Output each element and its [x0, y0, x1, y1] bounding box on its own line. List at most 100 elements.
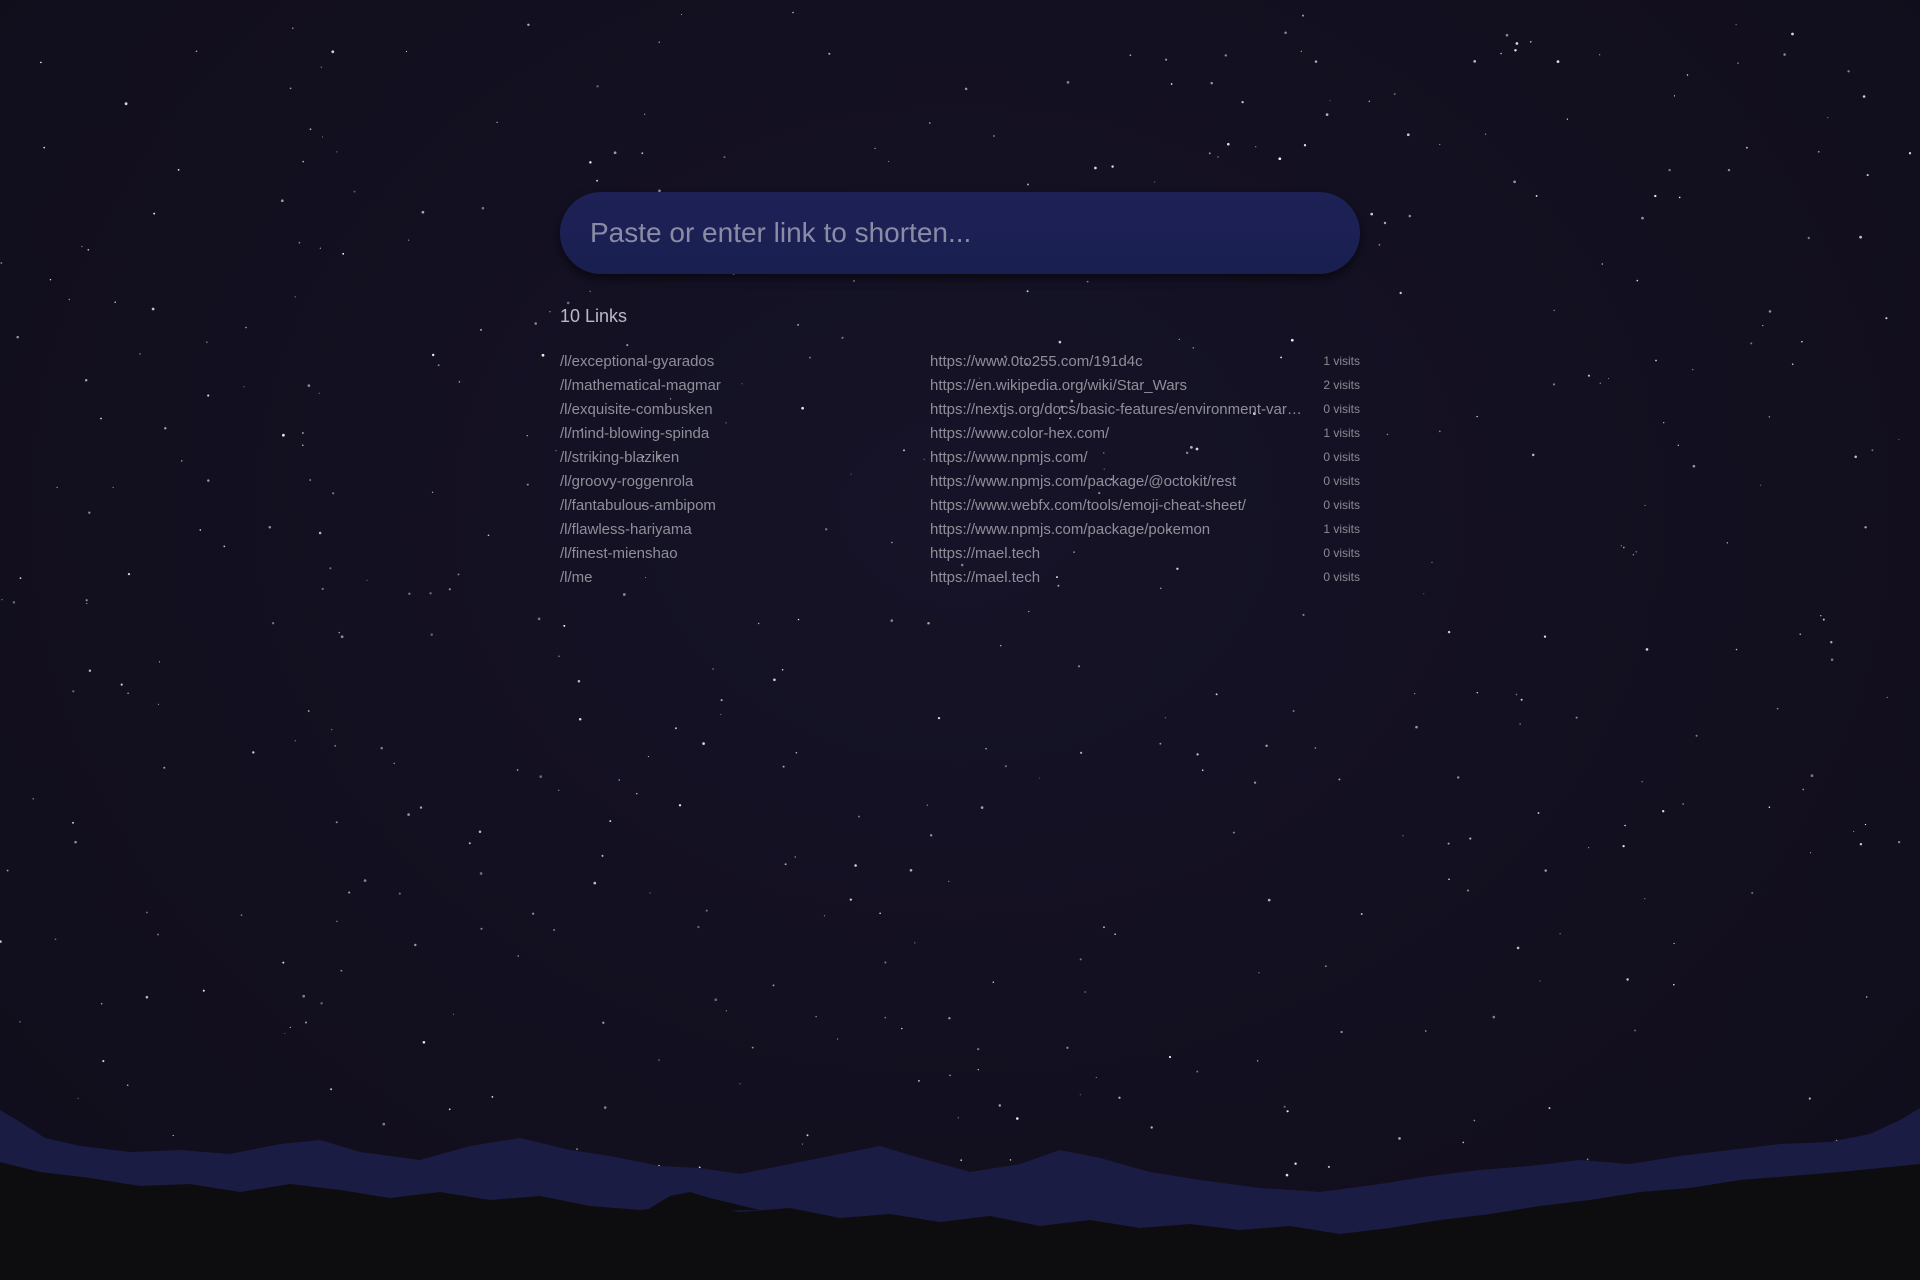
star	[1165, 58, 1168, 61]
star	[74, 840, 77, 844]
star	[292, 27, 294, 29]
star	[1691, 368, 1694, 371]
star	[112, 486, 114, 488]
star	[678, 804, 682, 807]
star	[1807, 236, 1811, 240]
short-link[interactable]: /l/mathematical-magmar	[560, 377, 930, 394]
star	[1886, 696, 1888, 699]
star	[321, 587, 324, 591]
link-row: /l/finest-mienshao https://mael.tech 0 v…	[560, 541, 1360, 565]
star	[1168, 1055, 1172, 1059]
star	[1885, 317, 1888, 320]
original-url[interactable]: https://www.color-hex.com/	[930, 425, 1302, 442]
star	[712, 668, 714, 670]
star	[407, 813, 410, 816]
star	[596, 85, 599, 88]
star	[622, 593, 626, 596]
star	[289, 87, 292, 90]
star	[177, 169, 180, 171]
star	[1265, 744, 1268, 747]
star	[1201, 769, 1204, 772]
star	[527, 23, 530, 26]
link-row: /l/striking-blaziken https://www.npmjs.c…	[560, 445, 1360, 469]
original-url[interactable]: https://www.0to255.com/191d4c	[930, 353, 1302, 370]
star	[1038, 777, 1040, 779]
original-url[interactable]: https://www.npmjs.com/package/@octokit/r…	[930, 473, 1302, 490]
original-url[interactable]: https://nextjs.org/docs/basic-features/e…	[930, 401, 1302, 418]
short-link[interactable]: /l/exquisite-combusken	[560, 401, 930, 418]
star	[1520, 698, 1523, 701]
star	[1314, 60, 1318, 63]
star	[1284, 31, 1287, 35]
star	[302, 444, 304, 446]
star	[1820, 615, 1822, 617]
short-link[interactable]: /l/exceptional-gyarados	[560, 353, 930, 370]
star	[1827, 117, 1829, 119]
star	[437, 364, 440, 367]
star	[858, 815, 860, 818]
star	[284, 1032, 286, 1035]
star	[993, 135, 995, 137]
star	[725, 1010, 727, 1012]
star	[302, 994, 306, 998]
short-link[interactable]: /l/groovy-roggenrola	[560, 473, 930, 490]
star	[487, 534, 490, 537]
star	[1865, 996, 1868, 998]
star	[948, 880, 950, 883]
star	[1791, 32, 1794, 36]
star	[340, 635, 344, 639]
short-link[interactable]: /l/striking-blaziken	[560, 449, 930, 466]
original-url[interactable]: https://www.webfx.com/tools/emoji-cheat-…	[930, 497, 1302, 514]
link-row: /l/fantabulous-ambipom https://www.webfx…	[560, 493, 1360, 517]
star	[1084, 991, 1087, 993]
star	[649, 892, 651, 894]
original-url[interactable]: https://en.wikipedia.org/wiki/Star_Wars	[930, 377, 1302, 394]
star	[1655, 359, 1657, 362]
short-link[interactable]: /l/finest-mienshao	[560, 545, 930, 562]
star	[930, 834, 933, 837]
link-row: /l/mind-blowing-spinda https://www.color…	[560, 421, 1360, 445]
star	[32, 797, 35, 800]
star	[1622, 844, 1625, 848]
star	[849, 898, 852, 901]
short-link[interactable]: /l/me	[560, 569, 930, 586]
star	[318, 531, 322, 535]
star	[563, 624, 566, 627]
star	[1217, 156, 1219, 158]
star	[914, 942, 916, 944]
starry-background: 10 Links /l/exceptional-gyarados https:/…	[0, 0, 1920, 1280]
star	[1253, 781, 1257, 784]
star	[164, 427, 167, 430]
star	[1515, 42, 1519, 45]
star	[156, 933, 160, 936]
star	[16, 335, 19, 339]
visit-count: 0 visits	[1323, 546, 1360, 560]
star	[1544, 869, 1547, 872]
star	[252, 751, 255, 754]
star	[1414, 693, 1416, 695]
short-link[interactable]: /l/mind-blowing-spinda	[560, 425, 930, 442]
link-input[interactable]	[588, 216, 1332, 250]
original-url[interactable]: https://mael.tech	[930, 569, 1302, 586]
star	[1750, 342, 1753, 345]
star	[163, 766, 166, 769]
star	[302, 432, 304, 434]
star	[1866, 174, 1869, 177]
star	[992, 981, 995, 983]
links-count-heading: 10 Links	[560, 306, 628, 326]
star	[1484, 133, 1487, 135]
star	[340, 969, 343, 972]
star	[1802, 788, 1805, 791]
star	[1673, 942, 1675, 945]
star	[280, 199, 284, 203]
star	[1871, 449, 1874, 452]
short-link[interactable]: /l/flawless-hariyama	[560, 521, 930, 538]
star	[618, 779, 620, 781]
star	[430, 633, 433, 636]
original-url[interactable]: https://www.npmjs.com/	[930, 449, 1302, 466]
short-link[interactable]: /l/fantabulous-ambipom	[560, 497, 930, 514]
star	[1077, 665, 1081, 668]
original-url[interactable]: https://mael.tech	[930, 545, 1302, 562]
original-url[interactable]: https://www.npmjs.com/package/pokemon	[930, 521, 1302, 538]
shorten-link-bar[interactable]	[560, 192, 1360, 274]
